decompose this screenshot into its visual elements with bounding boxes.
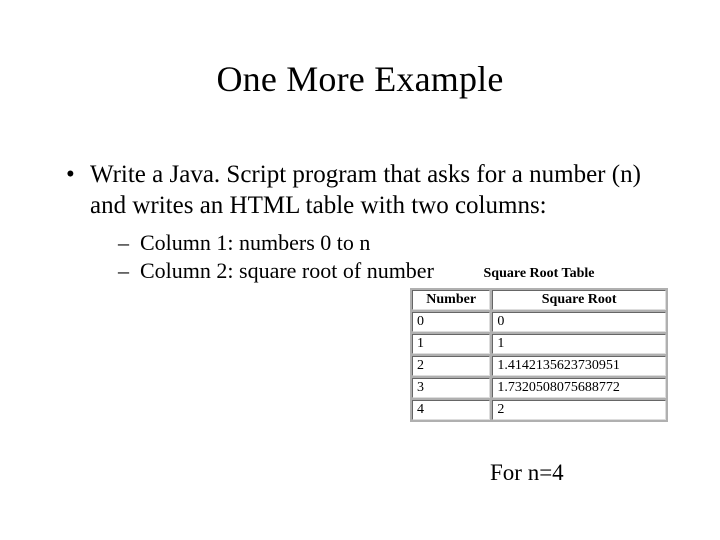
sub-item: Column 1: numbers 0 to n (90, 229, 480, 257)
cell-sqrt: 2 (492, 400, 666, 420)
cell-number: 0 (412, 312, 490, 332)
table-header-row: Number Square Root (412, 290, 666, 310)
cell-sqrt: 1.4142135623730951 (492, 356, 666, 376)
cell-number: 2 (412, 356, 490, 376)
figure-caption: For n=4 (490, 460, 564, 486)
table-row: 1 1 (412, 334, 666, 354)
table-row: 3 1.7320508075688772 (412, 378, 666, 398)
cell-sqrt: 1.7320508075688772 (492, 378, 666, 398)
cell-number: 4 (412, 400, 490, 420)
sqrt-figure: Square Root Table Number Square Root 0 0… (410, 266, 668, 422)
table-row: 2 1.4142135623730951 (412, 356, 666, 376)
cell-sqrt: 1 (492, 334, 666, 354)
slide-title: One More Example (0, 0, 720, 100)
table-row: 0 0 (412, 312, 666, 332)
figure-title: Square Root Table (410, 266, 668, 282)
cell-number: 3 (412, 378, 490, 398)
col-header-number: Number (412, 290, 490, 310)
cell-number: 1 (412, 334, 490, 354)
sqrt-table: Number Square Root 0 0 1 1 2 1.414213562… (410, 288, 668, 422)
table-row: 4 2 (412, 400, 666, 420)
cell-sqrt: 0 (492, 312, 666, 332)
col-header-sqrt: Square Root (492, 290, 666, 310)
slide: One More Example Write a Java. Script pr… (0, 0, 720, 540)
bullet-text: Write a Java. Script program that asks f… (90, 161, 641, 219)
